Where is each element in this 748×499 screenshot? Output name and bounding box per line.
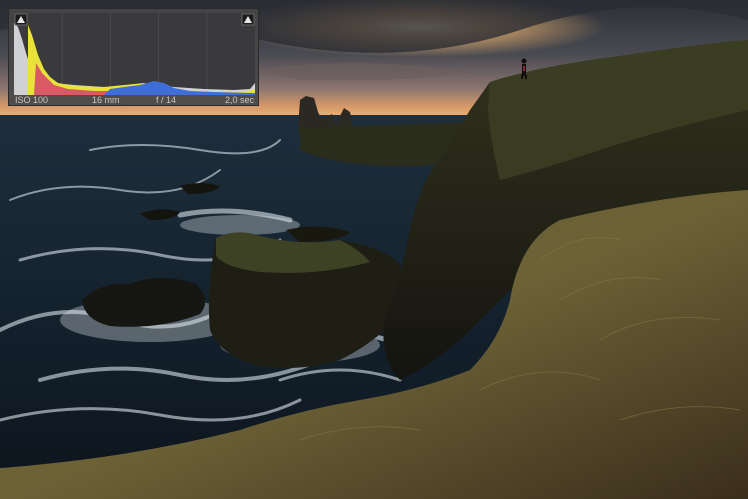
focal-length-value: 16 mm — [92, 95, 120, 105]
aperture-value: f / 14 — [156, 95, 177, 105]
highlight-clipping-icon[interactable] — [241, 13, 255, 26]
shutter-speed-value: 2,0 sec — [224, 95, 254, 105]
shadow-clipping-icon[interactable] — [14, 13, 28, 26]
iso-value: ISO 100 — [15, 95, 49, 105]
histogram-plot — [14, 13, 255, 95]
exif-info-bar: ISO 100 16 mm f / 14 2,0 sec — [14, 95, 255, 106]
histogram-panel: ISO 100 16 mm f / 14 2,0 sec — [8, 8, 259, 106]
